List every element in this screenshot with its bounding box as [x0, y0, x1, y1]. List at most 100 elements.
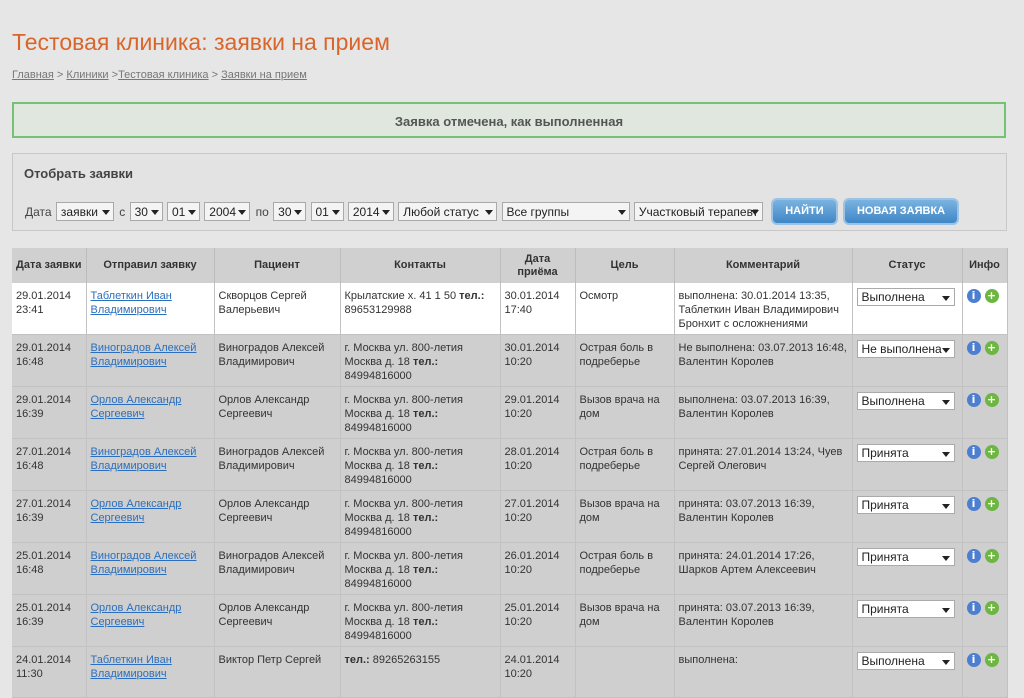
contact-phone: 89653129988	[344, 304, 412, 316]
breadcrumb-clinics[interactable]: Клиники	[66, 69, 108, 81]
status-filter-value: Любой статус	[403, 205, 479, 219]
sender-link[interactable]: Таблеткин Иван Владимирович	[91, 654, 172, 680]
to-year-select[interactable]: 2014	[347, 202, 394, 221]
sender-link[interactable]: Орлов Александр Сергеевич	[91, 498, 182, 524]
chevron-down-icon	[101, 210, 110, 215]
from-month-select[interactable]: 01	[166, 202, 200, 221]
add-icon[interactable]: +	[984, 497, 999, 511]
status-select[interactable]: Не выполнена	[856, 340, 955, 358]
status-value: Принята	[861, 498, 909, 512]
status-cell: Принята	[852, 490, 963, 543]
doctor-filter-select[interactable]: Участковый терапевт	[633, 202, 763, 221]
status-select[interactable]: Принята	[856, 600, 955, 618]
sender-link[interactable]: Орлов Александр Сергеевич	[91, 602, 182, 628]
to-day-select[interactable]: 30	[273, 202, 307, 221]
appointment-time: 10:20	[504, 564, 533, 576]
status-filter-select[interactable]: Любой статус	[398, 202, 498, 221]
comment-cell: принята: 03.07.2013 16:39, Валентин Коро…	[674, 490, 853, 543]
add-icon[interactable]: +	[984, 601, 999, 615]
info-cell: i +	[962, 283, 1008, 335]
sender-cell: Орлов Александр Сергеевич	[86, 386, 215, 439]
search-button[interactable]: НАЙТИ	[773, 200, 836, 223]
status-select[interactable]: Принята	[856, 548, 955, 566]
chevron-down-icon	[331, 210, 340, 215]
from-month-value: 01	[171, 205, 186, 219]
info-icon[interactable]: i	[966, 445, 981, 459]
patient-cell: Виноградов Алексей Владимирович	[214, 438, 341, 491]
sender-link[interactable]: Виноградов Алексей Владимирович	[91, 446, 197, 472]
request-time: 16:48	[16, 564, 44, 576]
appointment-cell: 27.01.2014 10:20	[500, 490, 576, 543]
request-date-cell: 29.01.2014 16:48	[12, 334, 87, 387]
add-icon[interactable]: +	[984, 341, 999, 355]
appointment-time: 10:20	[504, 408, 533, 420]
new-request-button[interactable]: НОВАЯ ЗАЯВКА	[844, 200, 958, 223]
phone-label: тел.:	[412, 512, 439, 524]
chevron-down-icon	[294, 210, 303, 215]
contact-phone: 84994816000	[344, 578, 412, 590]
request-date-cell: 25.01.2014 16:39	[12, 594, 87, 647]
request-time: 16:48	[16, 460, 44, 472]
status-select[interactable]: Выполнена	[856, 288, 955, 306]
add-icon[interactable]: +	[984, 653, 999, 667]
sender-link[interactable]: Виноградов Алексей Владимирович	[91, 342, 197, 368]
status-select[interactable]: Выполнена	[856, 652, 955, 670]
chevron-down-icon	[381, 210, 390, 215]
patient-cell: Виктор Петр Сергей	[214, 646, 341, 698]
request-date-cell: 29.01.2014 16:39	[12, 386, 87, 439]
sender-link[interactable]: Виноградов Алексей Владимирович	[91, 550, 197, 576]
info-icon[interactable]: i	[966, 393, 981, 407]
breadcrumb-requests[interactable]: Заявки на прием	[221, 69, 307, 81]
status-cell: Принята	[852, 594, 963, 647]
chevron-down-icon	[150, 210, 159, 215]
patient-cell: Орлов Александр Сергеевич	[214, 386, 341, 439]
appointment-time: 10:20	[504, 668, 533, 680]
chevron-down-icon	[750, 210, 759, 215]
chevron-down-icon	[238, 210, 247, 215]
status-value: Принята	[861, 446, 909, 460]
breadcrumb-clinic[interactable]: Тестовая клиника	[118, 69, 209, 81]
info-icon[interactable]: i	[966, 601, 981, 615]
phone-label: тел.:	[412, 564, 439, 576]
add-icon[interactable]: +	[984, 393, 999, 407]
status-select[interactable]: Принята	[856, 496, 955, 514]
comment-cell: выполнена: 30.01.2014 13:35, Таблеткин И…	[674, 283, 853, 335]
status-select[interactable]: Принята	[856, 444, 955, 462]
date-type-select[interactable]: заявки	[55, 202, 114, 221]
request-time: 11:30	[16, 668, 43, 680]
contact-address: г. Москва ул. 800-летия Москва д. 18	[344, 498, 464, 524]
appointment-time: 10:20	[504, 356, 533, 368]
add-icon[interactable]: +	[984, 445, 999, 459]
group-filter-select[interactable]: Все группы	[501, 202, 630, 221]
info-icon[interactable]: i	[966, 497, 981, 511]
sender-link[interactable]: Орлов Александр Сергеевич	[91, 394, 182, 420]
comment-cell: принята: 24.01.2014 17:26, Шарков Артем …	[674, 542, 853, 595]
to-month-select[interactable]: 01	[310, 202, 344, 221]
col-info: Инфо	[962, 248, 1008, 283]
from-year-select[interactable]: 2004	[204, 202, 251, 221]
contact-phone: 84994816000	[344, 630, 412, 642]
info-icon[interactable]: i	[966, 341, 981, 355]
info-cell: i +	[962, 646, 1008, 698]
patient-cell: Виноградов Алексей Владимирович	[214, 542, 341, 595]
status-select[interactable]: Выполнена	[856, 392, 955, 410]
from-day-select[interactable]: 30	[129, 202, 163, 221]
info-icon[interactable]: i	[966, 289, 981, 303]
info-icon[interactable]: i	[966, 653, 981, 667]
col-goal: Цель	[575, 248, 675, 283]
info-icon[interactable]: i	[966, 549, 981, 563]
from-day-value: 30	[134, 205, 148, 219]
patient-cell: Орлов Александр Сергеевич	[214, 490, 341, 543]
sender-link[interactable]: Таблеткин Иван Владимирович	[91, 290, 172, 316]
to-label: по	[255, 204, 269, 219]
goal-cell: Острая боль в подреберье	[575, 542, 675, 595]
add-icon[interactable]: +	[984, 549, 999, 563]
contact-address: г. Москва ул. 800-летия Москва д. 18	[344, 602, 464, 628]
date-label: Дата	[25, 204, 52, 219]
goal-cell: Осмотр	[575, 283, 675, 335]
col-sender: Отправил заявку	[86, 248, 215, 283]
add-icon[interactable]: +	[984, 289, 999, 303]
goal-cell: Вызов врача на дом	[575, 490, 675, 543]
chevron-down-icon	[941, 504, 950, 509]
breadcrumb-home[interactable]: Главная	[12, 69, 54, 81]
